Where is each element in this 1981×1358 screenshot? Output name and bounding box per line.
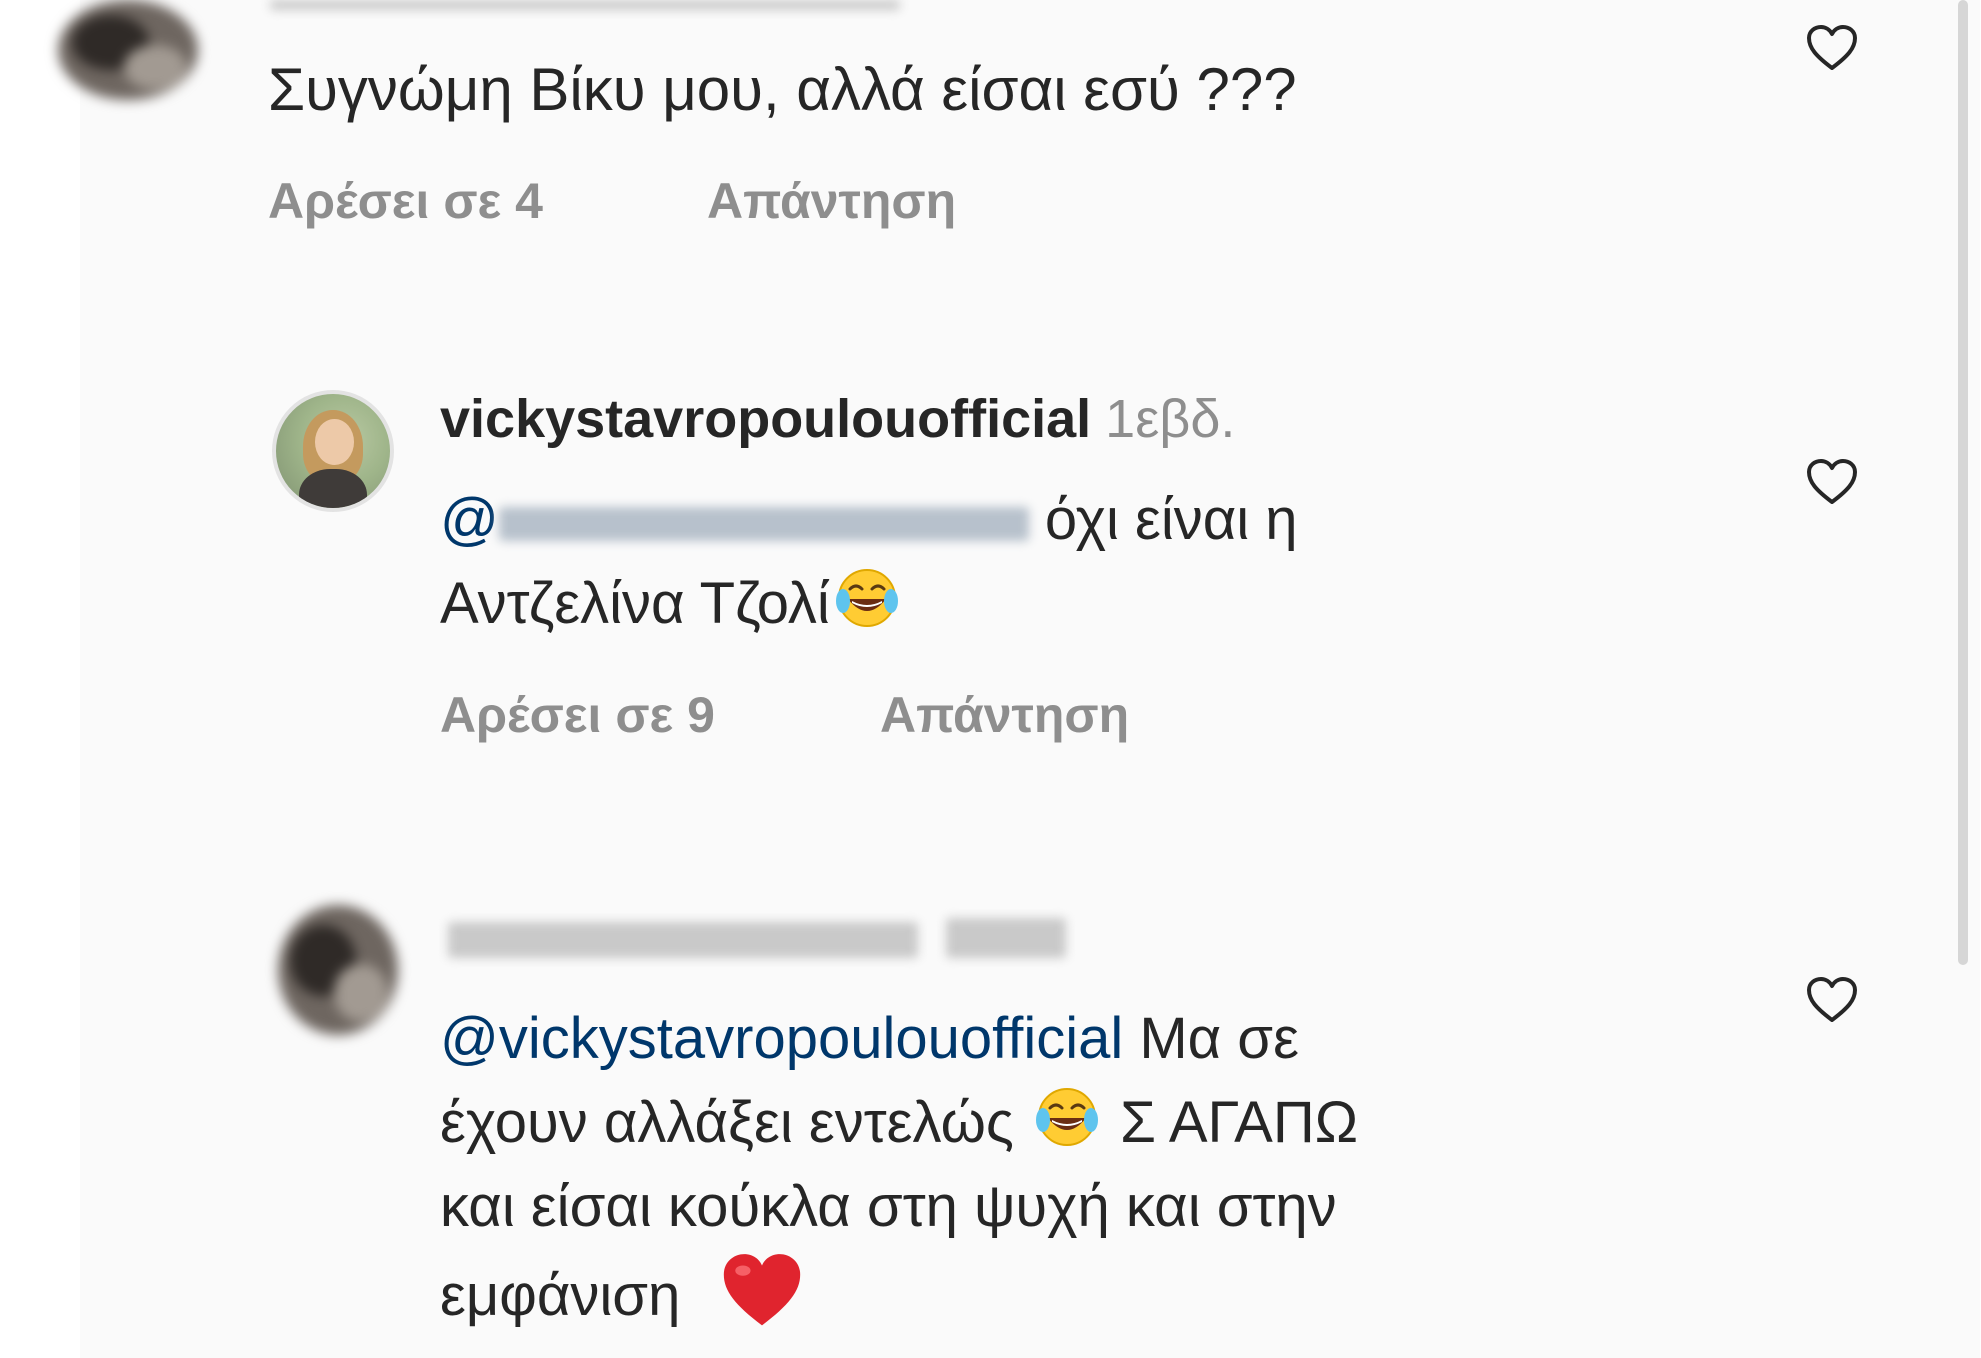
comment-username[interactable]: vickystavropoulouofficial 1εβδ. xyxy=(440,388,1235,450)
reply-button[interactable]: Απάντηση xyxy=(707,172,956,230)
mention-prefix[interactable]: @ xyxy=(440,487,499,552)
comment-text-part5: εμφάνιση xyxy=(440,1263,681,1328)
comment-text-part2: έχουν αλλάξει εντελώς xyxy=(440,1090,1014,1155)
face-with-tears-of-joy-emoji xyxy=(1035,1088,1098,1146)
mention-redacted[interactable] xyxy=(498,506,1029,541)
username-redacted xyxy=(270,0,900,10)
scrollbar[interactable] xyxy=(1958,0,1968,965)
heart-outline-icon[interactable] xyxy=(1806,458,1858,506)
heart-outline-icon[interactable] xyxy=(1806,24,1858,72)
username-redacted xyxy=(448,922,918,958)
likes-count[interactable]: Αρέσει σε 4 xyxy=(268,172,543,230)
timestamp-redacted xyxy=(946,918,1066,958)
comment-text-part4: και είσαι κούκλα στη ψυχή και στην xyxy=(440,1174,1337,1239)
avatar[interactable] xyxy=(272,390,394,512)
avatar[interactable] xyxy=(58,0,198,100)
reply-button[interactable]: Απάντηση xyxy=(880,686,1129,744)
red-heart-emoji xyxy=(724,1254,801,1326)
comment-text: @vickystavropoulouofficial Μα σε έχουν α… xyxy=(440,997,1740,1338)
comment-text-part1: Μα σε xyxy=(1123,1006,1299,1071)
comment-text: Συγνώμη Βίκυ μου, αλλά είσαι εσύ ??? xyxy=(268,56,1297,123)
heart-outline-icon[interactable] xyxy=(1806,976,1858,1024)
mention-link[interactable]: @vickystavropoulouofficial xyxy=(440,1006,1123,1071)
comment-text-part3: Σ ΑΓΑΠΩ xyxy=(1103,1090,1359,1155)
face-with-tears-of-joy-emoji xyxy=(835,569,898,627)
username-label[interactable]: vickystavropoulouofficial xyxy=(440,389,1091,449)
comment-text-line2: Αντζελίνα Τζολί xyxy=(440,571,830,636)
avatar[interactable] xyxy=(278,905,398,1035)
likes-count[interactable]: Αρέσει σε 9 xyxy=(440,686,715,744)
comment-text-line1: όχι είναι η xyxy=(1044,487,1298,552)
comment-text: @ όχι είναι η Αντζελίνα Τζολί xyxy=(440,478,1298,646)
timestamp: 1εβδ. xyxy=(1105,389,1236,449)
